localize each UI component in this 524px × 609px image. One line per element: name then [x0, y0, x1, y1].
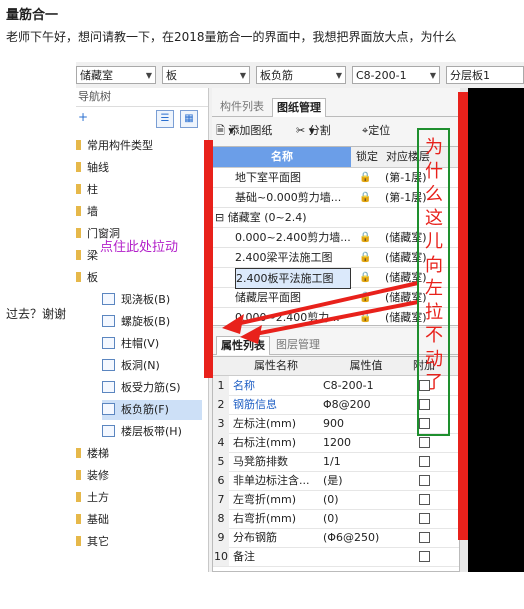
software-screenshot: 储藏室 ▼ 板 ▼ 板负筋 ▼ C8-200-1 ▼ 分层板1 导航树 + ☰ ▦ 常用…	[76, 62, 524, 572]
lock-icon[interactable]: 🔒	[359, 168, 371, 187]
chevron-down-icon: ▼	[429, 71, 436, 80]
annotation-vertical-text: 为 什 么 这 儿 向 左 拉 不 动 了	[425, 137, 443, 393]
post-title: 量筋合一	[6, 8, 59, 23]
col-name[interactable]: 名称	[213, 147, 351, 167]
drawing-canvas[interactable]	[468, 88, 524, 572]
nav-tree-panel: 导航树 + ☰ ▦ 常用构件类型 轴线 柱 墙 门窗洞 梁 板 现浇板(B) 螺…	[76, 88, 209, 572]
name-combo[interactable]: C8-200-1 ▼	[352, 66, 440, 84]
nav-item[interactable]: 楼梯	[76, 444, 109, 464]
nav-sub-item[interactable]: 螺旋板(B)	[102, 312, 170, 332]
lock-icon[interactable]: 🔒	[359, 288, 371, 307]
column-cap-icon	[102, 337, 115, 349]
nav-sub-item[interactable]: 板受力筋(S)	[102, 378, 181, 398]
tab-component-list[interactable]: 构件列表	[216, 98, 268, 116]
property-row[interactable]: 6 非单边标注含... (是)	[213, 471, 459, 491]
folder-icon	[76, 272, 81, 282]
folder-icon	[76, 448, 81, 458]
folder-icon	[76, 206, 81, 216]
drag-hint-annotation: 点住此处拉动	[100, 240, 179, 255]
nav-toolbar: + ☰ ▦	[76, 108, 208, 132]
lock-icon[interactable]: 🔒	[359, 248, 371, 267]
property-row[interactable]: 9 分布钢筋 (Φ6@250)	[213, 528, 459, 548]
lock-icon[interactable]: 🔒	[359, 268, 371, 287]
chevron-down-icon: ▼	[335, 71, 342, 80]
lock-icon[interactable]: 🔒	[359, 228, 371, 247]
annotation-red-bar-left	[204, 140, 213, 378]
folder-icon	[76, 162, 81, 172]
question-text-end: 过去？谢谢	[6, 307, 67, 321]
attach-checkbox[interactable]	[419, 437, 430, 448]
nav-sub-item[interactable]: 柱帽(V)	[102, 334, 159, 354]
list-view-icon[interactable]: ☰	[156, 110, 174, 128]
split-button[interactable]: ✂ 分割 ▾	[296, 120, 331, 142]
slab-icon	[102, 293, 115, 305]
nav-sub-item[interactable]: 楼层板带(H)	[102, 422, 182, 442]
nav-item[interactable]: 基础	[76, 510, 109, 530]
folder-icon	[76, 514, 81, 524]
attach-checkbox[interactable]	[419, 532, 430, 543]
lock-icon[interactable]: 🔒	[359, 188, 371, 207]
floor-combo[interactable]: 储藏室 ▼	[76, 66, 156, 84]
add-drawing-button[interactable]: 🗎 添加图纸 ▾	[216, 120, 272, 142]
top-combo-row: 储藏室 ▼ 板 ▼ 板负筋 ▼ C8-200-1 ▼ 分层板1	[76, 66, 524, 86]
property-row[interactable]: 5 马凳筋排数 1/1	[213, 452, 459, 472]
nav-sub-item[interactable]: 板洞(N)	[102, 356, 160, 376]
nav-item[interactable]: 装修	[76, 466, 109, 486]
type-combo[interactable]: 板 ▼	[162, 66, 250, 84]
folder-icon	[76, 492, 81, 502]
slab-rebar-icon	[102, 381, 115, 393]
folder-icon	[76, 184, 81, 194]
add-icon[interactable]: +	[78, 110, 88, 124]
col-lock[interactable]: 锁定	[352, 147, 382, 167]
locate-button[interactable]: ⌖ 定位	[362, 120, 390, 142]
nav-item[interactable]: 轴线	[76, 158, 109, 178]
question-text: 老师下午好，想问请教一下，在2018量筋合一的界面中，我想把界面放大点，为什么	[6, 30, 457, 44]
nav-sub-item-selected[interactable]: 板负筋(F)	[102, 400, 202, 420]
slab-strip-icon	[102, 425, 115, 437]
spiral-slab-icon	[102, 315, 115, 327]
nav-item[interactable]: 柱	[76, 180, 98, 200]
attach-checkbox[interactable]	[419, 513, 430, 524]
negative-rebar-icon	[102, 403, 115, 415]
folder-icon	[76, 228, 81, 238]
folder-icon	[76, 250, 81, 260]
nav-item[interactable]: 常用构件类型	[76, 136, 153, 156]
nav-sub-item[interactable]: 现浇板(B)	[102, 290, 170, 310]
folder-icon	[76, 470, 81, 480]
component-combo[interactable]: 板负筋 ▼	[256, 66, 346, 84]
folder-icon	[76, 536, 81, 546]
attach-checkbox[interactable]	[419, 456, 430, 467]
nav-item[interactable]: 板	[76, 268, 98, 288]
collapse-icon[interactable]: ⊟	[215, 211, 228, 224]
tab-property-list[interactable]: 属性列表	[216, 336, 270, 355]
tab-drawing-manager[interactable]: 图纸管理	[272, 98, 326, 117]
lock-icon[interactable]: 🔒	[359, 308, 371, 327]
upper-tabs: 构件列表 图纸管理	[212, 96, 460, 117]
nav-tree-header: 导航树	[76, 88, 208, 107]
nav-item[interactable]: 其它	[76, 532, 109, 552]
attach-checkbox[interactable]	[419, 475, 430, 486]
annotation-red-bar-right	[458, 92, 468, 540]
nav-item[interactable]: 土方	[76, 488, 109, 508]
property-row[interactable]: 4 右标注(mm) 1200	[213, 433, 459, 453]
layer-combo[interactable]: 分层板1	[446, 66, 524, 84]
grid-view-icon[interactable]: ▦	[180, 110, 198, 128]
attach-checkbox[interactable]	[419, 494, 430, 505]
attach-checkbox[interactable]	[419, 551, 430, 562]
folder-icon	[76, 140, 81, 150]
property-row[interactable]: 7 左弯折(mm) (0)	[213, 490, 459, 510]
tab-layer-manager[interactable]: 图层管理	[272, 336, 324, 354]
nav-item[interactable]: 墙	[76, 202, 98, 222]
chevron-down-icon: ▼	[145, 71, 152, 80]
slab-hole-icon	[102, 359, 115, 371]
chevron-down-icon: ▼	[239, 71, 246, 80]
property-row[interactable]: 8 右弯折(mm) (0)	[213, 509, 459, 529]
property-row[interactable]: 10 备注	[213, 547, 459, 567]
nav-item[interactable]: 梁	[76, 246, 98, 266]
